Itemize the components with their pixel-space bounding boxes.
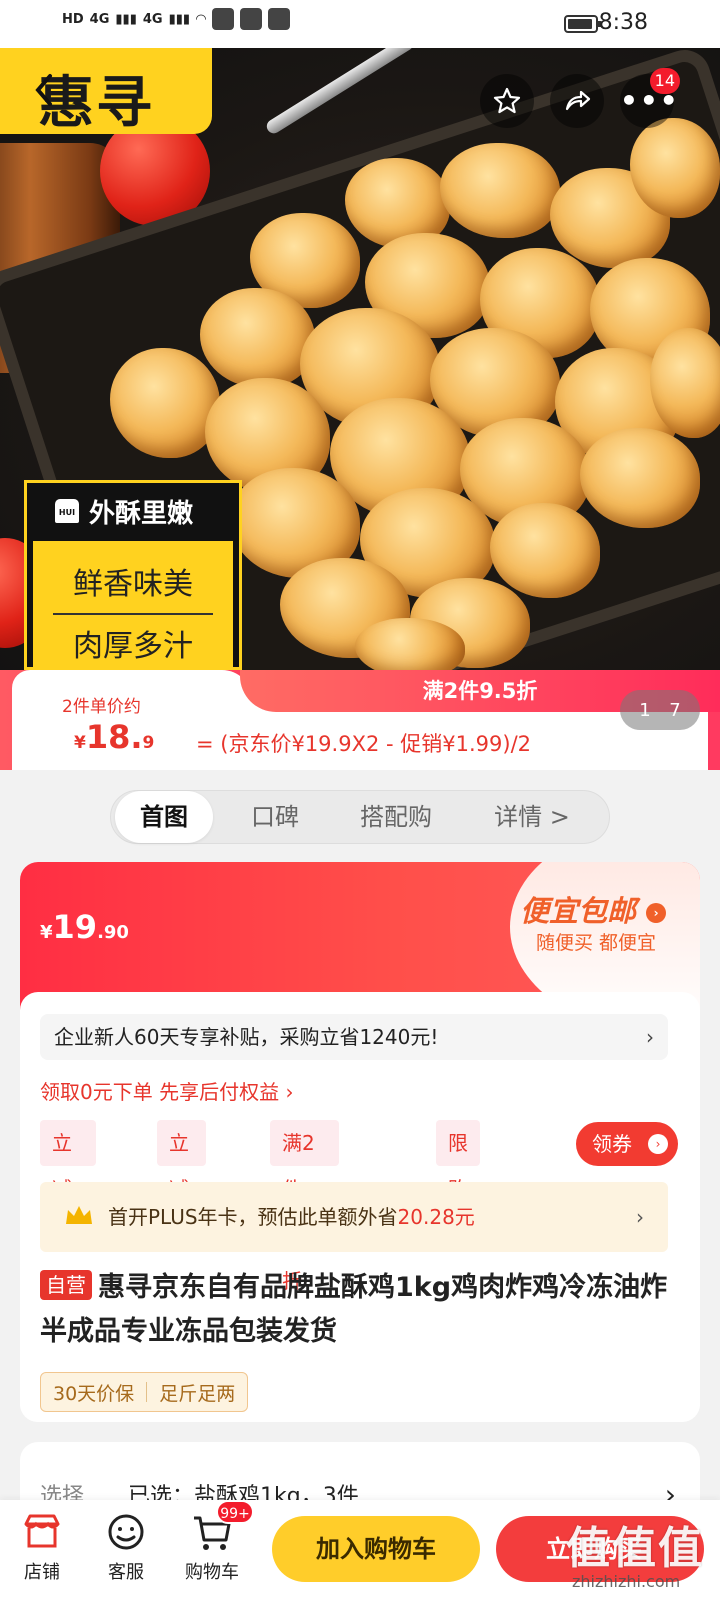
promo-overlay: HUI 外酥里嫩 鲜香味美 肉厚多汁 <box>24 480 242 670</box>
add-to-cart-button[interactable]: 加入购物车 <box>272 1516 480 1582</box>
pay-later-link[interactable]: 领取0元下单 先享后付权益 › <box>40 1076 293 1105</box>
cart-icon: 99+ <box>190 1500 254 1554</box>
status-time: 8:38 <box>598 10 648 35</box>
cart-button[interactable]: 99+ 购物车 <box>172 1500 254 1584</box>
chevron-right-icon: › <box>646 903 667 923</box>
pager-total: 7 <box>669 699 681 721</box>
promo-head: HUI 外酥里嫩 <box>27 483 239 539</box>
promo-chip[interactable]: 满2件9.50折 <box>270 1120 339 1293</box>
shop-button[interactable]: 店铺 <box>2 1510 82 1584</box>
self-operated-badge: 自营 <box>40 1270 92 1300</box>
service-tags[interactable]: 30天价保 足斤足两 <box>40 1372 249 1412</box>
service-tag: 30天价保 <box>53 1382 135 1405</box>
promo-line-1: 鲜香味美 <box>73 567 193 602</box>
cart-label: 购物车 <box>185 1562 239 1583</box>
slogan-text: 便宜包邮 <box>520 894 637 928</box>
knife-image <box>264 48 416 136</box>
tab-main-image[interactable]: 首图 <box>115 791 213 843</box>
get-coupon-button[interactable]: 领券 › <box>576 1122 678 1166</box>
price-decimal: 9 <box>142 733 155 753</box>
customer-service-button[interactable]: 客服 <box>86 1510 166 1584</box>
coupon-label: 领券 <box>592 1132 632 1156</box>
promo-body: 鲜香味美 肉厚多汁 <box>33 541 233 667</box>
plus-text: 首开PLUS年卡，预估此单额外省 <box>108 1205 398 1229</box>
share-icon <box>565 90 591 111</box>
promo-head-text: 外酥里嫩 <box>89 498 194 529</box>
product-title: 自营 惠寻京东自有品牌盐酥鸡1kg鸡肉炸鸡冷冻油炸半成品专业冻品包装发货 <box>40 1266 680 1354</box>
currency-symbol: ¥ <box>40 922 53 943</box>
price-strip: 满2件9.5折 2件单价约 ¥18.9 = (京东价¥19.9X2 - 促销¥1… <box>0 670 720 770</box>
shop-label: 店铺 <box>24 1562 60 1583</box>
brand-header: 惠寻 <box>0 48 212 136</box>
tab-bundle[interactable]: 搭配购 <box>337 791 455 843</box>
chicken-nugget <box>355 618 465 670</box>
signal-icon: ▮▮▮ <box>115 11 137 27</box>
plus-membership-row[interactable]: 首开PLUS年卡，预估此单额外省20.28元 › <box>40 1182 668 1252</box>
unit-price: ¥18.9 <box>74 718 154 756</box>
tab-details[interactable]: 详情 > <box>473 791 591 843</box>
price-integer: 18. <box>85 718 143 756</box>
shield-icon <box>268 8 291 30</box>
chevron-right-icon: › <box>636 1205 644 1229</box>
status-left: HD 4G ▮▮▮ 4G ▮▮▮ ◠ <box>62 8 291 30</box>
customer-service-icon <box>104 1510 148 1554</box>
section-tabs: 首图 口碑 搭配购 详情 > <box>110 790 610 844</box>
price-header: ¥19.90 便宜包邮 › 随便买 都便宜 <box>20 862 700 1032</box>
notification-badge: 14 <box>649 68 680 94</box>
main-price: ¥19.90 <box>40 908 129 946</box>
notification-icon <box>240 8 263 30</box>
subsidy-text: 企业新人60天专享补贴，采购立省1240元! <box>54 1025 439 1049</box>
product-title-text: 惠寻京东自有品牌盐酥鸡1kg鸡肉炸鸡冷冻油炸半成品专业冻品包装发货 <box>40 1272 668 1347</box>
wechat-icon <box>212 8 235 30</box>
price-card-body: 企业新人60天专享补贴，采购立省1240元! › 领取0元下单 先享后付权益 ›… <box>20 992 700 1422</box>
price-decimal: .90 <box>97 922 129 943</box>
image-pager: 1 7 <box>620 690 700 730</box>
share-button[interactable] <box>550 74 604 128</box>
network-4g-1: 4G <box>89 11 110 27</box>
star-icon <box>493 87 521 114</box>
price-formula: = (京东价¥19.9X2 - 促销¥1.99)/2 <box>196 732 532 756</box>
chevron-left-icon <box>35 74 52 106</box>
promo-chip[interactable]: 限购 <box>436 1120 480 1201</box>
price-integer: 19 <box>52 908 98 946</box>
promo-divider <box>53 613 213 615</box>
promo-chip[interactable]: 立减80 <box>157 1120 207 1247</box>
chevron-right-icon: › <box>648 1134 668 1154</box>
more-button[interactable]: ••• 14 <box>620 68 680 128</box>
hui-logo-icon: HUI <box>55 499 79 523</box>
tab-reviews[interactable]: 口碑 <box>227 791 323 843</box>
crown-icon <box>66 1206 92 1224</box>
currency-symbol: ¥ <box>74 733 86 753</box>
back-button[interactable] <box>30 70 70 110</box>
favorite-button[interactable] <box>480 74 534 128</box>
status-bar: HD 4G ▮▮▮ 4G ▮▮▮ ◠ 8:38 <box>0 0 720 48</box>
slogan-subtitle: 随便买 都便宜 <box>536 932 657 954</box>
battery-icon <box>564 15 601 33</box>
plus-amount: 20.28元 <box>397 1205 475 1229</box>
signal-icon-2: ▮▮▮ <box>168 11 191 27</box>
cart-badge: 99+ <box>216 1500 254 1524</box>
watermark-logo: 值值值 <box>566 1523 704 1574</box>
pager-current: 1 <box>639 699 651 721</box>
enterprise-subsidy-row[interactable]: 企业新人60天专享补贴，采购立省1240元! › <box>40 1014 668 1060</box>
customer-service-label: 客服 <box>108 1562 144 1583</box>
hd-indicator-1: HD <box>62 11 84 27</box>
product-hero-image[interactable]: 惠寻 ••• 14 HUI 外酥里嫩 鲜香味美 肉厚多汁 <box>0 48 720 670</box>
wifi-icon: ◠ <box>196 11 207 27</box>
shop-icon <box>20 1510 64 1554</box>
cheap-free-shipping-link[interactable]: 便宜包邮 › <box>520 888 667 930</box>
chevron-right-icon: › <box>646 1025 654 1049</box>
price-card: ¥19.90 便宜包邮 › 随便买 都便宜 企业新人60天专享补贴，采购立省12… <box>20 862 700 1422</box>
promo-chip[interactable]: 立减9.5 <box>40 1120 96 1247</box>
watermark: 值值值 zhizhizhi.com <box>560 1512 720 1600</box>
unit-price-label: 2件单价约 <box>62 697 141 717</box>
watermark-url: zhizhizhi.com <box>572 1572 681 1591</box>
promo-line-2: 肉厚多汁 <box>73 629 193 664</box>
network-4g-2: 4G <box>142 11 163 27</box>
service-tag: 足斤足两 <box>159 1382 236 1405</box>
